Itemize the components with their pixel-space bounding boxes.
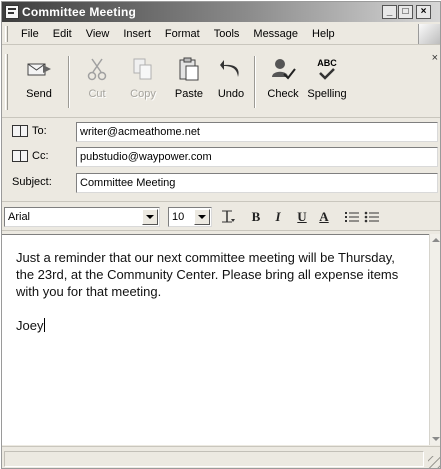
send-button[interactable]: Send (14, 54, 64, 112)
font-name-value: Arial (8, 211, 31, 223)
subject-label: Subject: (12, 176, 52, 188)
menu-help[interactable]: Help (305, 28, 342, 40)
scissors-icon (82, 56, 112, 82)
address-book-icon[interactable] (12, 125, 28, 137)
spelling-label: Spelling (307, 88, 347, 100)
font-color-button[interactable]: A (314, 208, 334, 226)
menu-insert[interactable]: Insert (116, 28, 158, 40)
message-paragraph: Just a reminder that our next committee … (16, 250, 399, 299)
message-icon (5, 5, 19, 19)
send-label: Send (26, 88, 52, 100)
menu-format[interactable]: Format (158, 28, 207, 40)
to-label: To: (32, 125, 47, 137)
toolbar-separator (68, 56, 70, 108)
spelling-button[interactable]: ABC Spelling (302, 54, 352, 112)
toolbar-separator (254, 56, 256, 108)
signature-line: Joey (16, 317, 415, 334)
bold-button[interactable]: B (246, 208, 266, 226)
menu-message[interactable]: Message (246, 28, 305, 40)
scroll-down-icon[interactable] (430, 433, 440, 445)
numbered-list-icon[interactable] (342, 208, 362, 226)
send-icon (24, 56, 54, 82)
underline-button[interactable]: U (292, 208, 312, 226)
copy-button[interactable]: Copy (118, 54, 168, 112)
undo-label: Undo (217, 88, 245, 100)
windows-logo-icon (418, 24, 440, 44)
cc-label: Cc: (32, 150, 49, 162)
font-size-select[interactable]: 10 (168, 207, 212, 227)
spelling-icon: ABC (312, 56, 342, 82)
paragraph-style-icon[interactable] (218, 208, 238, 226)
copy-label: Copy (130, 88, 156, 100)
resize-grip-icon[interactable] (428, 456, 440, 468)
cut-button[interactable]: Cut (72, 54, 122, 112)
undo-button[interactable]: Undo (206, 54, 256, 112)
menu-view[interactable]: View (79, 28, 117, 40)
to-row: To: (2, 122, 440, 142)
chevron-down-icon[interactable] (194, 209, 210, 225)
subject-row: Subject: (2, 173, 440, 193)
menu-file[interactable]: File (14, 28, 46, 40)
vertical-scrollbar[interactable] (429, 234, 440, 445)
window-title: Committee Meeting (22, 5, 137, 19)
maximize-button[interactable]: □ (398, 5, 413, 19)
formatting-bar: Arial 10 B I U A (2, 201, 440, 231)
italic-button[interactable]: I (268, 208, 288, 226)
close-button[interactable]: × (416, 5, 431, 19)
chevron-down-icon[interactable] (142, 209, 158, 225)
cc-row: Cc: (2, 147, 440, 167)
message-body[interactable]: Just a reminder that our next committee … (2, 234, 429, 445)
paste-icon (174, 56, 204, 82)
bullet-list-icon[interactable] (362, 208, 382, 226)
toolbar-grip[interactable] (5, 54, 8, 110)
status-pane (4, 451, 424, 467)
cut-label: Cut (88, 88, 106, 100)
menu-edit[interactable]: Edit (46, 28, 79, 40)
address-book-icon[interactable] (12, 150, 28, 162)
message-headers: To: Cc: Subject: (2, 119, 440, 199)
signature: Joey (16, 318, 44, 333)
copy-icon (128, 56, 158, 82)
toolbar: Send Cut Copy Paste Undo Check ABC Spell… (2, 46, 440, 118)
spelling-icon-text: ABC (317, 58, 337, 68)
menu-tools[interactable]: Tools (207, 28, 247, 40)
undo-icon (216, 56, 246, 82)
compose-window: Committee Meeting _ □ × File Edit View I… (1, 1, 441, 469)
status-bar (2, 446, 440, 468)
check-names-icon (268, 56, 298, 82)
text-caret (44, 318, 46, 332)
scroll-up-icon[interactable] (430, 234, 440, 246)
paste-label: Paste (174, 88, 204, 100)
check-names-button[interactable]: Check (258, 54, 308, 112)
font-size-value: 10 (172, 211, 185, 223)
toolbar-close-icon[interactable]: × (432, 52, 438, 64)
title-bar[interactable]: Committee Meeting _ □ × (2, 2, 440, 22)
cc-label-group[interactable]: Cc: (12, 150, 49, 162)
to-field[interactable] (76, 122, 438, 142)
menu-bar: File Edit View Insert Format Tools Messa… (2, 23, 440, 45)
font-name-select[interactable]: Arial (4, 207, 160, 227)
check-label: Check (267, 88, 299, 100)
to-label-group[interactable]: To: (12, 125, 47, 137)
subject-field[interactable] (76, 173, 438, 193)
cc-field[interactable] (76, 147, 438, 167)
minimize-button[interactable]: _ (382, 5, 397, 19)
menu-grip[interactable] (5, 25, 8, 42)
